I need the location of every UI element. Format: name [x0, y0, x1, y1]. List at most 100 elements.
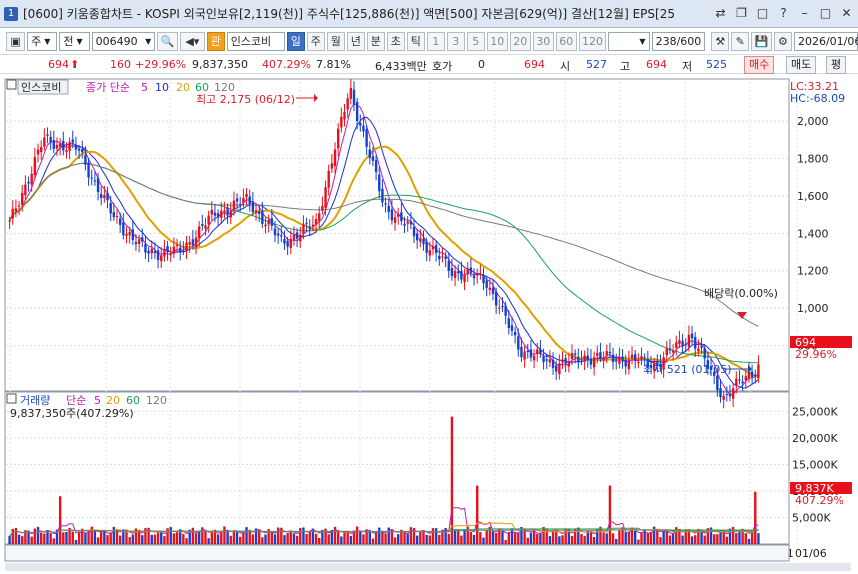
candle-body: [103, 195, 106, 199]
candle-body: [33, 157, 37, 176]
candle-body: [602, 357, 605, 361]
search-icon[interactable]: 🔍: [157, 31, 178, 51]
drawing-icon[interactable]: ✎: [731, 31, 750, 51]
date-field[interactable]: 2026/01/06: [793, 31, 858, 51]
data-count-field[interactable]: 238/600: [651, 31, 706, 51]
indicator-icon[interactable]: ⚒: [711, 31, 730, 51]
candle-body: [460, 271, 463, 280]
market-select[interactable]: 주 ▼: [27, 31, 58, 51]
interval-30[interactable]: 30: [532, 31, 554, 51]
horizontal-scrollbar[interactable]: [5, 563, 851, 571]
candle-body: [400, 212, 403, 222]
volume-bar: [36, 526, 40, 544]
candle-body: [346, 98, 349, 110]
volume-bar: [163, 536, 166, 544]
volume-bar: [517, 532, 520, 544]
hc-value: HC:-68.09: [790, 92, 845, 105]
chart-svg[interactable]: 8001,0001,2001,4001,6001,8002,000 5,000K…: [0, 76, 858, 571]
candle-body: [11, 208, 14, 219]
volume-bar: [141, 535, 144, 544]
price-y-tick-label: 1,200: [797, 265, 829, 278]
candle-body: [210, 209, 213, 215]
save-icon[interactable]: 💾: [751, 31, 772, 51]
favorite-badge[interactable]: 관: [206, 31, 225, 51]
volume-bar: [425, 534, 428, 544]
stock-code-input[interactable]: 006490 ▼: [91, 31, 156, 51]
candle-body: [381, 188, 384, 203]
interval-1[interactable]: 1: [426, 31, 445, 51]
hoga-label: 호가: [432, 60, 453, 73]
candle-body: [728, 393, 732, 397]
maximize-icon[interactable]: □: [818, 6, 833, 21]
candle-body: [504, 305, 507, 316]
period-year[interactable]: 년: [346, 31, 365, 51]
interval-120[interactable]: 120: [578, 31, 607, 51]
period-month[interactable]: 월: [326, 31, 345, 51]
volume-bar: [286, 532, 289, 544]
eval-button[interactable]: 평: [826, 56, 847, 74]
period-week[interactable]: 주: [306, 31, 325, 51]
volume-bar: [318, 537, 321, 544]
layout-icon[interactable]: ▣: [6, 31, 26, 51]
volume-bar: [118, 535, 122, 544]
volume-bar: [716, 534, 719, 544]
interval-60[interactable]: 60: [555, 31, 577, 51]
candle-body: [299, 234, 302, 242]
chart-area[interactable]: 8001,0001,2001,4001,6001,8002,000 5,000K…: [0, 76, 858, 571]
candle-body: [62, 140, 65, 151]
speaker-icon[interactable]: ◀▾: [180, 31, 205, 51]
period-second[interactable]: 초: [386, 31, 405, 51]
period-minute[interactable]: 분: [366, 31, 385, 51]
volume-bar: [340, 536, 343, 544]
fullscreen-icon[interactable]: □: [755, 6, 770, 21]
whole-select[interactable]: 전 ▼: [59, 31, 90, 51]
candle-body: [81, 149, 84, 153]
legend-ma10: 10: [155, 81, 169, 94]
volume-bar: [738, 531, 741, 544]
link-icon[interactable]: ⇄: [713, 6, 728, 21]
volume-y-tick-label: 20,000K: [792, 432, 838, 445]
candle-body: [21, 192, 24, 205]
volume-bar: [637, 539, 640, 544]
period-day[interactable]: 일: [286, 31, 305, 51]
volume-bar: [204, 531, 207, 544]
volume-bar: [239, 536, 242, 544]
settings-icon[interactable]: ⚙: [773, 31, 792, 51]
open-label: 시: [560, 60, 571, 73]
custom-interval-select[interactable]: ▼: [608, 31, 650, 51]
interval-20[interactable]: 20: [509, 31, 531, 51]
candle-body: [570, 353, 574, 359]
close-icon[interactable]: ✕: [839, 6, 854, 21]
restore-icon[interactable]: ❐: [734, 6, 749, 21]
interval-5[interactable]: 5: [466, 31, 485, 51]
buy-button[interactable]: 매수: [744, 56, 775, 74]
interval-10[interactable]: 10: [486, 31, 508, 51]
candle-body: [564, 358, 567, 364]
volume-bar: [482, 537, 485, 544]
period-tick[interactable]: 틱: [406, 31, 425, 51]
help-icon[interactable]: ?: [776, 6, 791, 21]
volume-bar: [216, 534, 220, 544]
volume-bar: [93, 529, 97, 544]
interval-3[interactable]: 3: [446, 31, 465, 51]
minimize-icon[interactable]: –: [797, 6, 812, 21]
volume-bar: [302, 527, 305, 544]
volume-bar: [656, 529, 659, 544]
candle-body: [637, 361, 640, 363]
candle-body: [687, 334, 691, 347]
high-label: 고: [620, 60, 631, 73]
volume-bar: [103, 531, 106, 544]
candle-body: [175, 244, 179, 246]
candle-body: [115, 215, 119, 217]
candle-body: [419, 238, 422, 242]
price-change: 160: [110, 58, 131, 71]
candle-body: [90, 177, 93, 179]
volume-bar: [494, 533, 498, 544]
candle-body: [118, 218, 122, 225]
volume-bar: [643, 529, 646, 544]
volume-percent: 407.29%: [262, 58, 311, 71]
candle-body: [561, 359, 564, 363]
stock-name-field[interactable]: 인스코비: [226, 31, 285, 51]
candle-body: [406, 221, 409, 224]
sell-button[interactable]: 매도: [786, 56, 817, 74]
